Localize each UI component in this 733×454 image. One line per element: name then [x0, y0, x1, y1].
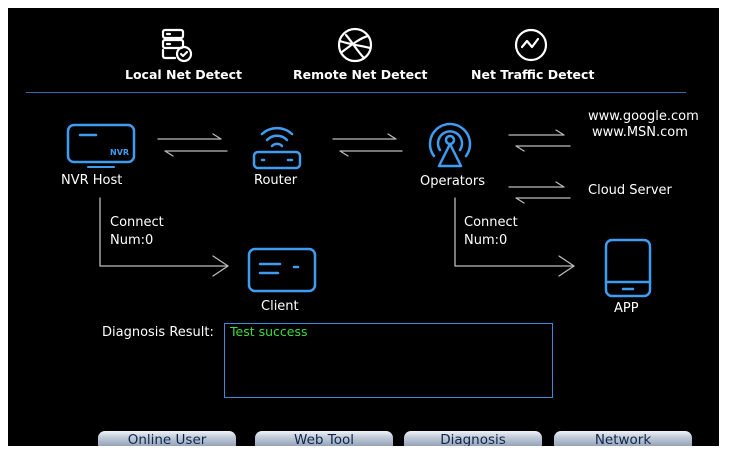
- diagnosis-button[interactable]: Diagnosis: [404, 431, 542, 446]
- site-google: www.google.com: [588, 109, 699, 124]
- diagnosis-result-text: Test success: [230, 324, 308, 339]
- client-connect-count: Connect Num:0: [110, 215, 164, 248]
- site-msn: www.MSN.com: [592, 125, 688, 140]
- cloud-server-label: Cloud Server: [588, 183, 672, 198]
- online-user-button[interactable]: Online User: [98, 431, 236, 446]
- app-connect-count: Connect Num:0: [464, 215, 518, 248]
- network-button[interactable]: Network: [554, 431, 692, 446]
- network-diagnosis-panel: Local Net Detect Remote Net Detect Net T…: [8, 8, 719, 446]
- diagnosis-result-label: Diagnosis Result:: [102, 325, 214, 340]
- web-tool-button[interactable]: Web Tool: [255, 431, 393, 446]
